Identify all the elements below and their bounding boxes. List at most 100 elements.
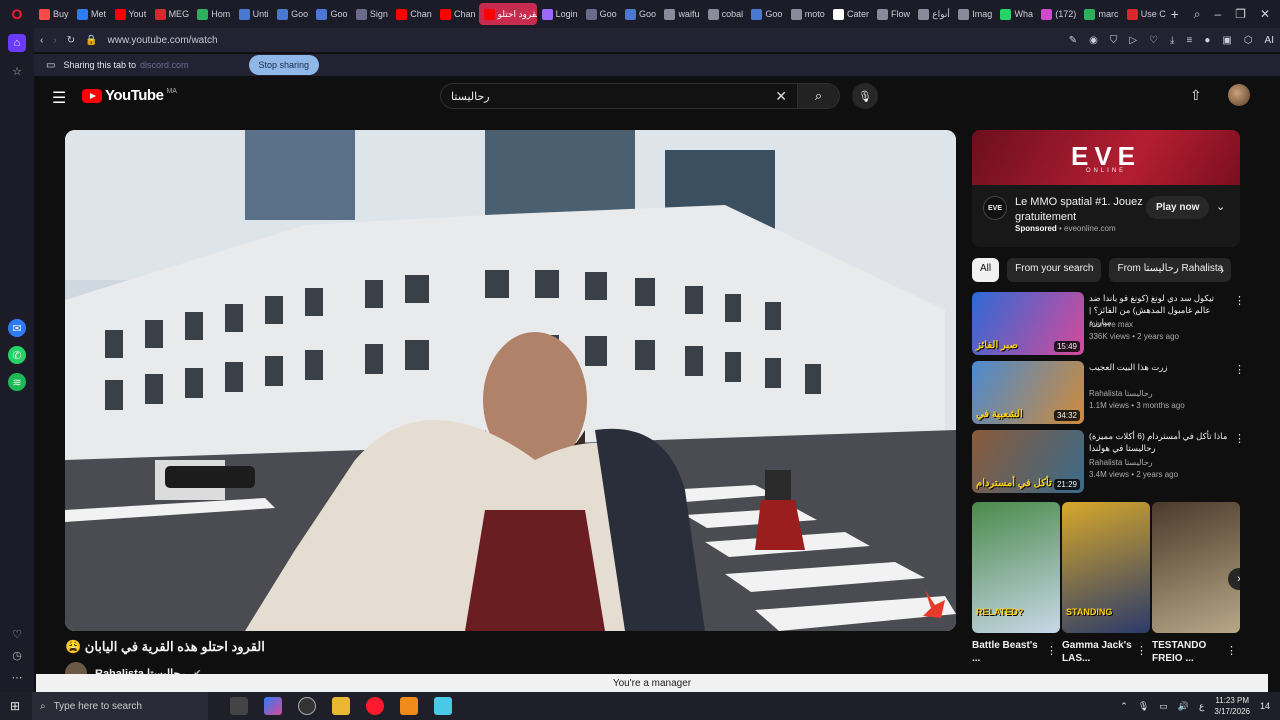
search-input[interactable]: رحالیستا ✕ bbox=[440, 83, 798, 109]
browser-tab[interactable]: cobal bbox=[703, 3, 747, 25]
browser-tab[interactable]: moto bbox=[786, 3, 828, 25]
player-icon[interactable]: ▷ bbox=[1129, 35, 1137, 46]
short-title[interactable]: TESTANDO FREIO ... bbox=[1152, 639, 1222, 665]
vlc-icon[interactable] bbox=[400, 697, 418, 715]
recommended-video[interactable]: تأكل في أمستردام 21:29 ماذا تأكل في أمسترد… bbox=[972, 430, 1245, 494]
browser-tab[interactable]: Login bbox=[537, 3, 581, 25]
search-query[interactable]: رحالیستا bbox=[451, 90, 775, 103]
mic-tray-icon[interactable]: 🎙 bbox=[1138, 701, 1149, 712]
shield-icon[interactable]: ⛉ bbox=[1110, 35, 1118, 46]
browser-tab[interactable]: Goo bbox=[746, 3, 785, 25]
network-icon[interactable]: ▭ bbox=[1159, 701, 1168, 712]
browser-tab[interactable]: (172) bbox=[1036, 3, 1079, 25]
browser-tab[interactable]: Wha bbox=[995, 3, 1036, 25]
history-icon[interactable]: ◷ bbox=[8, 646, 26, 664]
hamburger-menu-icon[interactable]: ☰ bbox=[52, 88, 66, 108]
video-channel[interactable]: Rahalista رحالیستا bbox=[1089, 389, 1153, 398]
video-thumbnail[interactable]: تأكل في أمستردام 21:29 bbox=[972, 430, 1084, 493]
youtube-logo[interactable]: YouTube MA bbox=[82, 87, 177, 104]
wallet-icon[interactable]: ▣ bbox=[1222, 35, 1231, 46]
ad-logo[interactable]: EVE bbox=[983, 196, 1007, 220]
short-thumbnail[interactable] bbox=[1152, 502, 1240, 633]
app-icon[interactable] bbox=[434, 697, 452, 715]
opera-logo-icon[interactable]: O bbox=[0, 0, 34, 28]
video-channel[interactable]: Rahalista رحالیستا bbox=[1089, 458, 1153, 467]
browser-tab[interactable]: Goo bbox=[581, 3, 620, 25]
video-title[interactable]: ماذا تأكل في أمستردام (6 أكلات مميزة) رح… bbox=[1089, 430, 1229, 454]
ad-card[interactable]: EVE ONLINE EVE Le MMO spatial #1. Jouez … bbox=[972, 130, 1240, 247]
video-player[interactable] bbox=[65, 130, 956, 631]
browser-tab[interactable]: أنواع bbox=[913, 3, 953, 25]
browser-tab[interactable]: MEG bbox=[150, 3, 193, 25]
menu-icon[interactable]: ≡ bbox=[1186, 35, 1192, 46]
back-icon[interactable]: ‹ bbox=[40, 35, 43, 46]
chatgpt-icon[interactable] bbox=[298, 697, 316, 715]
heart-outline-icon[interactable]: ♡ bbox=[1149, 35, 1158, 46]
volume-icon[interactable]: 🔊 bbox=[1178, 701, 1189, 712]
notification-count[interactable]: 14 bbox=[1260, 701, 1270, 711]
ad-banner[interactable]: EVE ONLINE bbox=[972, 130, 1240, 185]
filter-chip[interactable]: From رحالیستا Rahalista bbox=[1109, 258, 1232, 282]
more-options-icon[interactable]: ⋮ bbox=[1136, 644, 1147, 657]
clock[interactable]: 11:23 PM 3/17/2026 bbox=[1214, 695, 1250, 717]
short-thumbnail[interactable]: RELATED? bbox=[972, 502, 1060, 633]
browser-tab[interactable]: Goo bbox=[311, 3, 350, 25]
browser-tab[interactable]: Met bbox=[72, 3, 110, 25]
search-button[interactable]: ⌕ bbox=[798, 83, 840, 109]
voice-search-button[interactable]: 🎙 bbox=[852, 83, 878, 109]
browser-tab[interactable]: القرود احتلو bbox=[478, 3, 537, 25]
browser-tab[interactable]: Cater bbox=[828, 3, 872, 25]
filter-chip[interactable]: From your search bbox=[1007, 258, 1102, 282]
browser-tab[interactable]: Unti bbox=[234, 3, 272, 25]
new-tab-button[interactable]: + bbox=[1166, 6, 1184, 22]
minimize-button[interactable]: – bbox=[1214, 7, 1221, 22]
reload-icon[interactable]: ↻ bbox=[67, 35, 75, 46]
browser-tab[interactable]: Imag bbox=[953, 3, 995, 25]
filter-chip[interactable]: All bbox=[972, 258, 1000, 282]
play-now-button[interactable]: Play now bbox=[1146, 196, 1210, 219]
browser-tab[interactable]: Buy bbox=[34, 3, 72, 25]
task-view-icon[interactable] bbox=[230, 697, 248, 715]
short-title[interactable]: Battle Beast's ... bbox=[972, 639, 1042, 665]
spotify-icon[interactable]: ≋ bbox=[8, 373, 26, 391]
browser-tab[interactable]: Flow bbox=[872, 3, 913, 25]
more-options-icon[interactable]: ⋮ bbox=[1234, 363, 1245, 376]
url-field[interactable]: www.youtube.com/watch bbox=[108, 35, 1059, 46]
more-options-icon[interactable]: ⋮ bbox=[1046, 644, 1057, 657]
opera-taskbar-icon[interactable] bbox=[366, 697, 384, 715]
copilot-icon[interactable] bbox=[264, 697, 282, 715]
video-thumbnail[interactable]: الشعبية في 34:32 bbox=[972, 361, 1084, 424]
browser-tab[interactable]: Yout bbox=[110, 3, 150, 25]
clear-search-icon[interactable]: ✕ bbox=[775, 88, 787, 105]
video-thumbnail[interactable]: صبر الفائز 15:49 bbox=[972, 292, 1084, 355]
browser-tab[interactable]: waifu bbox=[659, 3, 702, 25]
extensions-icon[interactable]: ⬡ bbox=[1244, 35, 1253, 46]
heart-icon[interactable]: ♡ bbox=[8, 625, 26, 643]
more-options-icon[interactable]: ⋮ bbox=[1234, 432, 1245, 445]
create-upload-icon[interactable]: ⇧ bbox=[1190, 87, 1202, 104]
language-indicator[interactable]: ع bbox=[1199, 701, 1204, 712]
star-icon[interactable]: ☆ bbox=[8, 62, 26, 80]
close-window-button[interactable]: ✕ bbox=[1260, 7, 1270, 22]
forward-icon[interactable]: › bbox=[53, 35, 56, 46]
home-icon[interactable]: ⌂ bbox=[8, 34, 26, 52]
browser-tab[interactable]: Hom bbox=[192, 3, 233, 25]
more-options-icon[interactable]: ⋮ bbox=[1234, 294, 1245, 307]
video-channel[interactable]: marove max bbox=[1089, 320, 1133, 329]
stop-sharing-button[interactable]: Stop sharing bbox=[248, 55, 320, 75]
browser-tab[interactable]: Goo bbox=[620, 3, 659, 25]
browser-tab[interactable]: marc bbox=[1079, 3, 1121, 25]
recommended-video[interactable]: صبر الفائز 15:49 تيكول سد دي لونغ (كونغ فو… bbox=[972, 292, 1245, 356]
aria-ai-button[interactable]: AI bbox=[1265, 35, 1274, 46]
short-title[interactable]: Gamma Jack's LAS... bbox=[1062, 639, 1132, 665]
more-options-icon[interactable]: ⋮ bbox=[1226, 644, 1237, 657]
chevron-up-icon[interactable]: ⌃ bbox=[1120, 701, 1128, 712]
browser-tab[interactable]: Sign bbox=[351, 3, 391, 25]
browser-tab[interactable]: Use C bbox=[1122, 3, 1166, 25]
windows-start-icon[interactable]: ⊞ bbox=[10, 699, 20, 713]
chevron-right-icon[interactable]: › bbox=[1220, 263, 1224, 277]
video-title[interactable]: زرت هذا البيت العجيب bbox=[1089, 361, 1229, 373]
more-icon[interactable]: ⋯ bbox=[8, 668, 26, 686]
search-tabs-icon[interactable]: ⌕ bbox=[1194, 7, 1201, 22]
edit-icon[interactable]: ✎ bbox=[1069, 35, 1077, 46]
